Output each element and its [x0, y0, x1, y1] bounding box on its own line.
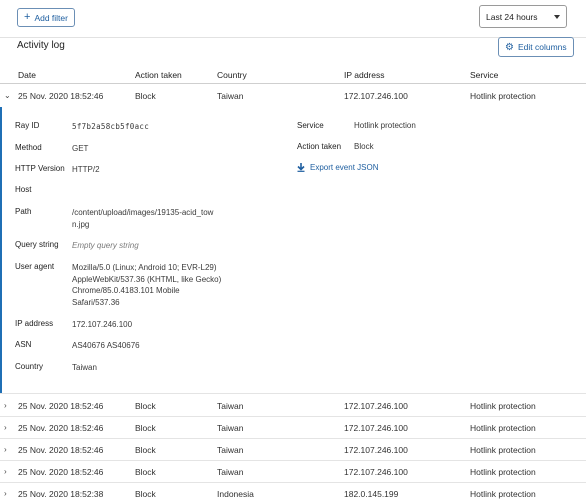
row-ip: 172.107.246.100 — [344, 423, 408, 433]
top-bar: + Add filter Last 24 hours — [0, 0, 586, 38]
service-label: Service — [297, 121, 324, 130]
chevron-right-icon[interactable]: › — [4, 489, 7, 498]
method-label: Method — [15, 143, 42, 152]
host-label: Host — [15, 185, 32, 194]
chevron-right-icon[interactable]: › — [4, 401, 7, 410]
row-action: Block — [135, 423, 156, 433]
edit-columns-button[interactable]: ⚙ Edit columns — [498, 37, 574, 57]
ray-id-label: Ray ID — [15, 121, 40, 130]
chevron-down-icon — [554, 15, 560, 19]
row-country: Taiwan — [217, 445, 244, 455]
action-taken-value: Block — [354, 142, 374, 151]
gear-icon: ⚙ — [505, 41, 514, 53]
row-country: Taiwan — [217, 467, 244, 477]
event-detail-panel: Ray ID 5f7b2a58cb5f0acc Method GET HTTP … — [0, 107, 586, 394]
row-service: Hotlink protection — [470, 401, 536, 411]
row-service: Hotlink protection — [470, 489, 536, 499]
path-line: /content/upload/images/19135-acid_tow — [72, 208, 214, 217]
detail-accent-bar — [0, 107, 2, 393]
add-filter-button[interactable]: + Add filter — [17, 8, 75, 27]
row-date: 25 Nov. 2020 18:52:46 — [18, 91, 104, 101]
table-header: Date Action taken Country IP address Ser… — [0, 66, 586, 84]
row-ip: 172.107.246.100 — [344, 467, 408, 477]
chevron-right-icon[interactable]: › — [4, 467, 7, 476]
column-header-service[interactable]: Service — [470, 70, 498, 80]
table-row-expanded[interactable]: ⌄ 25 Nov. 2020 18:52:46 Block Taiwan 172… — [0, 85, 586, 107]
chevron-down-icon[interactable]: ⌄ — [4, 91, 11, 100]
row-country: Taiwan — [217, 401, 244, 411]
path-label: Path — [15, 207, 32, 216]
row-country: Taiwan — [217, 91, 244, 101]
asn-value: AS40676 AS40676 — [72, 341, 140, 350]
path-value: /content/upload/images/19135-acid_tow n.… — [72, 207, 213, 230]
time-range-value: Last 24 hours — [486, 11, 538, 22]
add-filter-label: Add filter — [34, 12, 68, 23]
column-header-action[interactable]: Action taken — [135, 70, 182, 80]
column-header-date[interactable]: Date — [18, 70, 36, 80]
row-action: Block — [135, 401, 156, 411]
country-label: Country — [15, 362, 44, 371]
user-agent-line: Chrome/85.0.4183.101 Mobile — [72, 286, 180, 295]
service-value: Hotlink protection — [354, 121, 416, 130]
path-line: n.jpg — [72, 219, 90, 229]
row-service: Hotlink protection — [470, 423, 536, 433]
query-string-value: Empty query string — [72, 241, 139, 250]
row-date: 25 Nov. 2020 18:52:46 — [18, 467, 104, 477]
user-agent-line: AppleWebKit/537.36 (KHTML, like Gecko) — [72, 274, 222, 284]
ray-id-value: 5f7b2a58cb5f0acc — [72, 122, 150, 131]
chevron-right-icon[interactable]: › — [4, 423, 7, 432]
row-date: 25 Nov. 2020 18:52:38 — [18, 489, 104, 499]
table-row[interactable]: › 25 Nov. 2020 18:52:46 Block Taiwan 172… — [0, 439, 586, 461]
ip-address-value: 172.107.246.100 — [72, 320, 133, 329]
table-row[interactable]: › 25 Nov. 2020 18:52:46 Block Taiwan 172… — [0, 417, 586, 439]
table-row[interactable]: › 25 Nov. 2020 18:52:46 Block Taiwan 172… — [0, 461, 586, 483]
row-action: Block — [135, 91, 156, 101]
ip-address-label: IP address — [15, 319, 54, 328]
row-action: Block — [135, 489, 156, 499]
row-service: Hotlink protection — [470, 467, 536, 477]
table-row[interactable]: › 25 Nov. 2020 18:52:38 Block Indonesia … — [0, 483, 586, 500]
user-agent-label: User agent — [15, 262, 55, 271]
row-date: 25 Nov. 2020 18:52:46 — [18, 445, 104, 455]
user-agent-value: Mozilla/5.0 (Linux; Android 10; EVR-L29)… — [72, 262, 221, 308]
plus-icon: + — [24, 11, 31, 23]
http-version-value: HTTP/2 — [72, 165, 100, 174]
download-icon — [297, 163, 305, 172]
row-service: Hotlink protection — [470, 91, 536, 101]
table-row[interactable]: › 25 Nov. 2020 18:52:46 Block Taiwan 172… — [0, 395, 586, 417]
row-ip: 172.107.246.100 — [344, 401, 408, 411]
user-agent-line: Mozilla/5.0 (Linux; Android 10; EVR-L29) — [72, 263, 217, 272]
row-date: 25 Nov. 2020 18:52:46 — [18, 423, 104, 433]
action-taken-label: Action taken — [297, 142, 342, 151]
method-value: GET — [72, 144, 89, 153]
row-country: Taiwan — [217, 423, 244, 433]
row-ip: 182.0.145.199 — [344, 489, 399, 499]
query-string-label: Query string — [15, 240, 59, 249]
column-header-country[interactable]: Country — [217, 70, 247, 80]
row-date: 25 Nov. 2020 18:52:46 — [18, 401, 104, 411]
http-version-label: HTTP Version — [15, 164, 65, 173]
row-action: Block — [135, 467, 156, 477]
export-event-json-link[interactable]: Export event JSON — [297, 163, 378, 172]
page-title: Activity log — [17, 40, 65, 51]
time-range-select[interactable]: Last 24 hours — [479, 5, 567, 28]
row-country: Indonesia — [217, 489, 254, 499]
row-ip: 172.107.246.100 — [344, 445, 408, 455]
row-action: Block — [135, 445, 156, 455]
row-ip: 172.107.246.100 — [344, 91, 408, 101]
row-service: Hotlink protection — [470, 445, 536, 455]
chevron-right-icon[interactable]: › — [4, 445, 7, 454]
country-value: Taiwan — [72, 363, 97, 372]
export-event-json-label: Export event JSON — [310, 163, 379, 172]
user-agent-line: Safari/537.36 — [72, 297, 120, 307]
edit-columns-label: Edit columns — [517, 42, 567, 52]
column-header-ip[interactable]: IP address — [344, 70, 384, 80]
asn-label: ASN — [15, 340, 32, 349]
